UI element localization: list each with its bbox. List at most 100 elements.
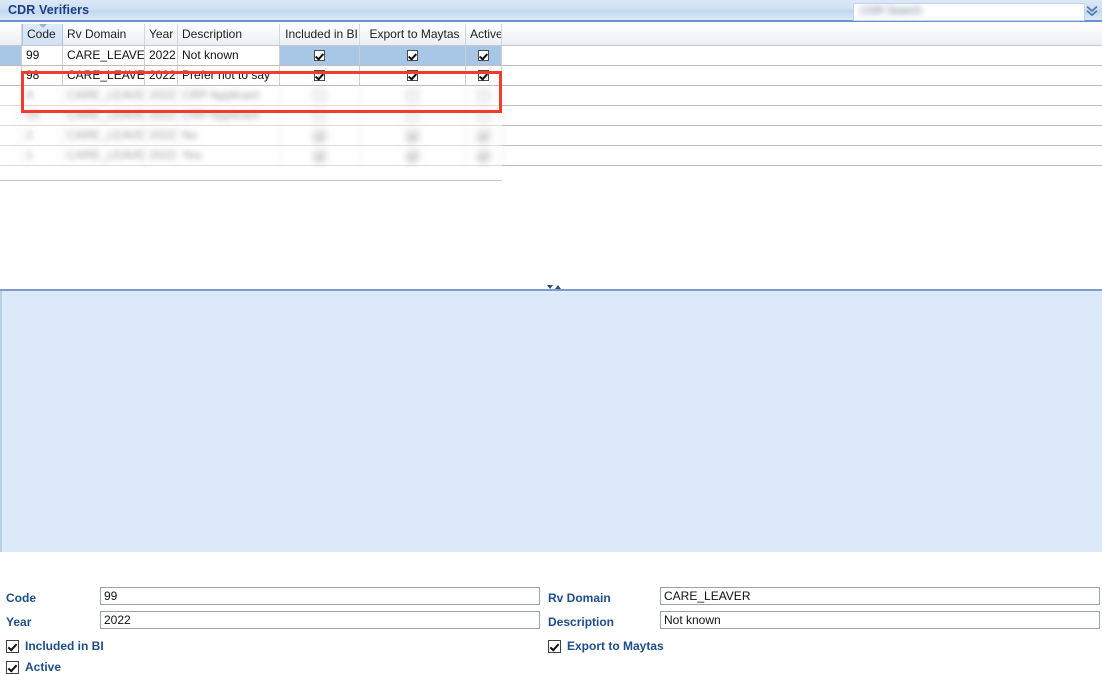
cell-code: 1: [22, 146, 63, 165]
year-field[interactable]: [100, 611, 540, 629]
cell-code: 99: [22, 46, 63, 65]
table-row[interactable]: 2 CARE_LEAVER 2022 No: [0, 126, 1102, 146]
table-row[interactable]: 4 CARE_LEAVER 2022 CRP Applicant: [0, 86, 1102, 106]
cell-year: 2022: [145, 86, 178, 105]
cell-year: 2022: [145, 126, 178, 145]
row-indicator-cell: [0, 86, 22, 105]
cell-included-in-bi: [280, 146, 360, 165]
code-field[interactable]: [100, 587, 540, 605]
cell-export-to-maytas: [360, 106, 466, 125]
column-header-label: Year: [149, 27, 174, 41]
checkbox-empty-icon[interactable]: [407, 90, 418, 102]
label-code: Code: [6, 591, 36, 605]
checkbox-check-icon[interactable]: [407, 130, 418, 142]
checkbox-empty-icon[interactable]: [314, 110, 325, 122]
cell-export-to-maytas: [360, 86, 466, 105]
checkbox-check-icon: [548, 639, 561, 653]
column-header-included_in_bi[interactable]: Included in BI: [280, 24, 360, 45]
table-row[interactable]: 1 CARE_LEAVER 2022 Yes: [0, 146, 1102, 166]
cell-description: Prefer not to say: [178, 66, 280, 85]
row-indicator-cell: [0, 66, 22, 85]
cell-active: [466, 106, 502, 125]
row-filler-cell: [502, 126, 1102, 145]
table-row[interactable]: 99 CARE_LEAVER 2022 Not known: [0, 46, 1102, 66]
label-rv-domain: Rv Domain: [548, 591, 611, 605]
cell-year: 2022: [145, 146, 178, 165]
row-filler-cell: [502, 86, 1102, 105]
cell-active: [466, 46, 502, 65]
column-header-year[interactable]: Year: [145, 24, 178, 45]
grid-header-indicator[interactable]: [0, 24, 22, 45]
page-title: CDR Verifiers: [8, 3, 90, 17]
checkbox-check-icon[interactable]: [407, 150, 418, 162]
table-row[interactable]: 03 CARE_LEAVER 2022 CRP Applicant: [0, 106, 1102, 126]
column-header-description[interactable]: Description: [178, 24, 280, 45]
checkbox-check-icon[interactable]: [407, 50, 418, 62]
table-row[interactable]: 98 CARE_LEAVER 2022 Prefer not to say: [0, 66, 1102, 86]
checkbox-check-icon[interactable]: [314, 50, 325, 62]
checkbox-empty-icon[interactable]: [314, 90, 325, 102]
grid-header-filler: [502, 24, 1102, 45]
cell-export-to-maytas: [360, 66, 466, 85]
cell-active: [466, 146, 502, 165]
column-header-label: Export to Maytas: [369, 27, 460, 41]
form-left-rule: [0, 291, 2, 552]
row-indicator-cell: [0, 106, 22, 125]
checkbox-empty-icon[interactable]: [407, 110, 418, 122]
checkbox-check-icon[interactable]: [314, 70, 325, 82]
checkbox-check-icon[interactable]: [478, 130, 489, 142]
column-header-label: Description: [182, 27, 243, 41]
cell-year: 2022: [145, 106, 178, 125]
checkbox-check-icon: [6, 639, 19, 653]
checkbox-check-icon[interactable]: [407, 70, 418, 82]
search-input[interactable]: CDR Search: [853, 3, 1085, 21]
row-filler-cell: [502, 46, 1102, 65]
label-description: Description: [548, 615, 615, 629]
export-to-maytas-checkbox[interactable]: Export to Maytas: [548, 639, 664, 653]
splitter-up-arrow-icon: [555, 285, 561, 289]
checkbox-empty-icon[interactable]: [478, 110, 489, 122]
column-header-label: Included in BI: [285, 27, 358, 41]
cdr-verifiers-grid[interactable]: Code Rv Domain Year Description Included in …: [0, 24, 1102, 181]
cell-included-in-bi: [280, 66, 360, 85]
checkbox-check-icon[interactable]: [478, 70, 489, 82]
included-in-bi-label: Included in BI: [25, 639, 104, 653]
cell-year: 2022: [145, 66, 178, 85]
grid-header-row: Code Rv Domain Year Description Included in …: [0, 24, 1102, 46]
checkbox-check-icon[interactable]: [314, 150, 325, 162]
column-header-active[interactable]: Active: [466, 24, 502, 45]
cell-year: 2022: [145, 46, 178, 65]
cell-code: 98: [22, 66, 63, 85]
included-in-bi-checkbox[interactable]: Included in BI: [6, 639, 104, 653]
rv-domain-field[interactable]: [660, 587, 1100, 605]
label-year: Year: [6, 615, 32, 629]
cell-active: [466, 86, 502, 105]
checkbox-check-icon: [6, 660, 19, 674]
column-header-rv_domain[interactable]: Rv Domain: [63, 24, 145, 45]
cell-rv-domain: CARE_LEAVER: [63, 46, 145, 65]
column-header-export_to_maytas[interactable]: Export to Maytas: [360, 24, 466, 45]
row-filler-cell: [502, 106, 1102, 125]
column-header-code[interactable]: Code: [22, 24, 63, 45]
cell-description: CRP Applicant: [178, 106, 280, 125]
cell-export-to-maytas: [360, 146, 466, 165]
double-chevron-down-icon[interactable]: [1084, 2, 1100, 20]
cell-rv-domain: CARE_LEAVER: [63, 126, 145, 145]
row-filler-cell: [502, 146, 1102, 165]
splitter-collapse-handle[interactable]: [543, 283, 565, 291]
checkbox-check-icon[interactable]: [314, 130, 325, 142]
cell-rv-domain: CARE_LEAVER: [63, 66, 145, 85]
checkbox-empty-icon[interactable]: [478, 90, 489, 102]
cell-code: 4: [22, 86, 63, 105]
row-filler-cell: [502, 66, 1102, 85]
checkbox-check-icon[interactable]: [478, 50, 489, 62]
description-field[interactable]: [660, 611, 1100, 629]
cell-rv-domain: CARE_LEAVER: [63, 146, 145, 165]
cell-description: Not known: [178, 46, 280, 65]
cell-included-in-bi: [280, 46, 360, 65]
cell-description: CRP Applicant: [178, 86, 280, 105]
active-checkbox[interactable]: Active: [6, 660, 61, 674]
cell-rv-domain: CARE_LEAVER: [63, 106, 145, 125]
search-redacted-text: CDR Search: [860, 5, 922, 17]
checkbox-check-icon[interactable]: [478, 150, 489, 162]
